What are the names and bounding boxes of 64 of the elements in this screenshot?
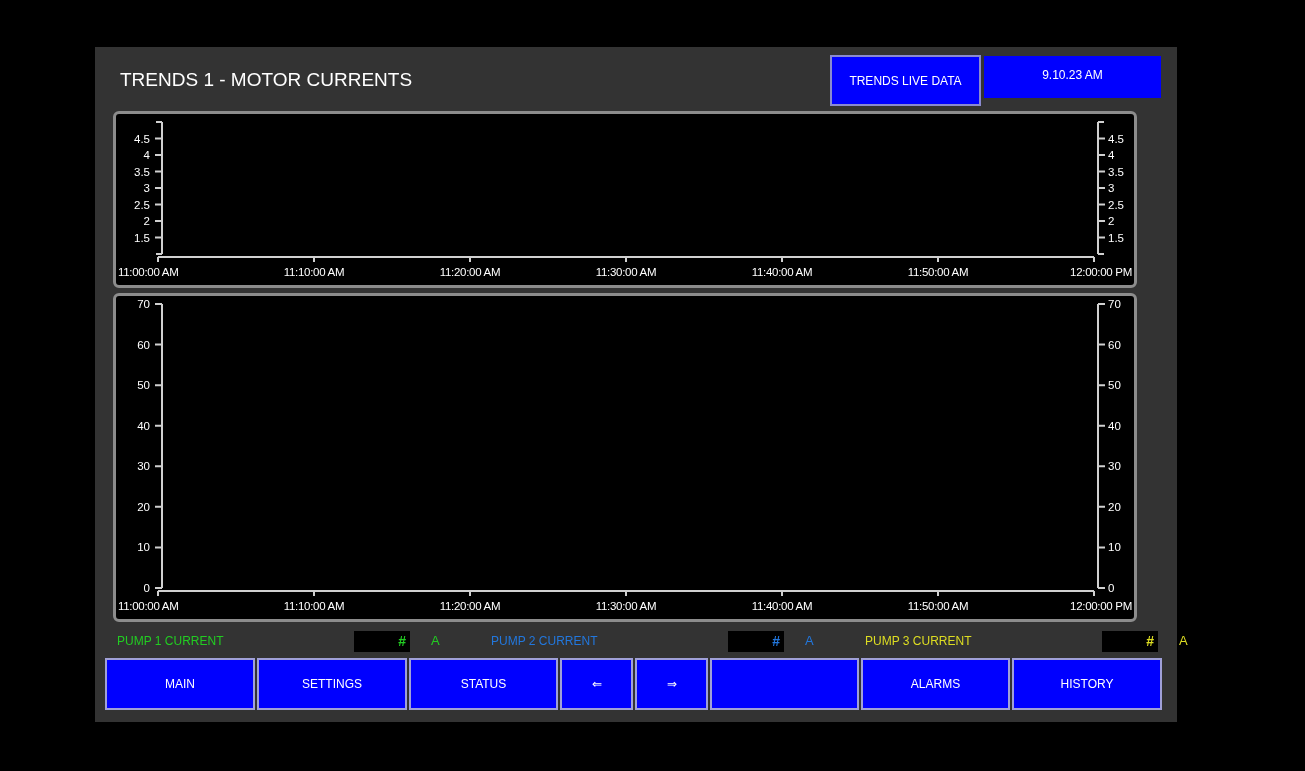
axis-label: 11:10:00 AM [283, 600, 345, 612]
nav-button[interactable]: ⇐ [560, 658, 633, 710]
value-display: # [728, 630, 784, 652]
axis-label: 11:40:00 AM [751, 600, 813, 612]
axis-label: 12:00:00 PM [1070, 600, 1132, 612]
axis-label: 4.5 [1108, 132, 1124, 145]
axis-label: 4.5 [134, 132, 150, 145]
axis-label: 50 [137, 379, 150, 392]
clock-display: 9.10.23 AM [984, 56, 1161, 98]
axis-label: 2 [143, 215, 150, 227]
axis-label: 10 [1108, 541, 1121, 554]
axis-label: 11:50:00 AM [907, 266, 969, 278]
axis-label: 11:00:00 AM [118, 266, 179, 278]
axis-label: 11:30:00 AM [595, 266, 657, 278]
nav-button[interactable]: ⇒ [635, 658, 708, 710]
nav-button[interactable] [710, 658, 859, 710]
axis-label: 20 [137, 500, 150, 513]
pump-label: PUMP 2 CURRENT [491, 633, 599, 650]
axis-label: 3.5 [1108, 165, 1124, 178]
pump-label: PUMP 3 CURRENT [865, 633, 973, 650]
unit-label: A [431, 632, 441, 651]
axis-label: 11:20:00 AM [439, 600, 501, 612]
axis-label: 11:10:00 AM [283, 266, 345, 278]
axis-label: 60 [1108, 338, 1121, 351]
unit-label: A [805, 632, 815, 651]
nav-button[interactable]: STATUS [409, 658, 558, 710]
axis-label: 2.5 [1108, 198, 1124, 211]
axis-label: 0 [143, 582, 150, 594]
axis-label: 1.5 [134, 231, 150, 244]
axis-label: 70 [1108, 298, 1121, 310]
axis-label: 11:50:00 AM [907, 600, 969, 612]
axis-label: 10 [137, 541, 150, 554]
nav-button[interactable]: MAIN [105, 658, 255, 710]
axis-label: 50 [1108, 379, 1121, 392]
axis-label: 40 [1108, 419, 1121, 432]
axis-label: 12:00:00 PM [1070, 266, 1132, 278]
screen-title: TRENDS 1 - MOTOR CURRENTS [120, 68, 414, 92]
value-display: # [354, 630, 410, 652]
axis-label: 11:40:00 AM [751, 266, 813, 278]
nav-button[interactable]: HISTORY [1012, 658, 1162, 710]
axis-label: 4 [143, 149, 150, 161]
axis-label: 2.5 [134, 198, 150, 211]
axis-label: 11:30:00 AM [595, 600, 657, 612]
axis-label: 11:20:00 AM [439, 266, 501, 278]
nav-button[interactable]: ALARMS [861, 658, 1010, 710]
axis-label: 40 [137, 419, 150, 432]
unit-label: A [1179, 632, 1189, 651]
nav-button[interactable]: SETTINGS [257, 658, 407, 710]
axis-label: 60 [137, 338, 150, 351]
axis-label: 20 [1108, 500, 1121, 513]
axis-label: 3 [1108, 182, 1115, 194]
axis-label: 1.5 [1108, 231, 1124, 244]
axis-label: 30 [137, 460, 150, 473]
axis-label: 11:00:00 AM [118, 600, 179, 612]
pump-label: PUMP 1 CURRENT [117, 633, 225, 650]
trends-live-data-button[interactable]: TRENDS LIVE DATA [830, 55, 981, 106]
axis-label: 2 [1108, 215, 1115, 227]
axis-label: 30 [1108, 460, 1121, 473]
axis-label: 3 [143, 182, 150, 194]
value-display: # [1102, 630, 1158, 652]
axis-label: 3.5 [134, 165, 150, 178]
axis-label: 70 [137, 298, 150, 310]
axis-label: 0 [1108, 582, 1115, 594]
axis-label: 4 [1108, 149, 1115, 161]
